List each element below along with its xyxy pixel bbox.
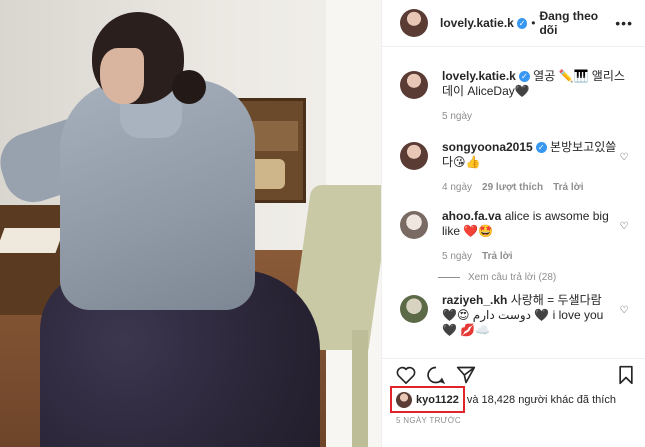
- verified-icon: ✓: [516, 17, 528, 29]
- comment-time[interactable]: 5 ngày: [442, 249, 472, 264]
- commenter-avatar[interactable]: [400, 295, 428, 323]
- verified-icon: ✓: [535, 142, 547, 154]
- heart-icon[interactable]: ♡: [617, 152, 631, 195]
- author-avatar[interactable]: [400, 9, 428, 37]
- commenter-avatar[interactable]: [400, 211, 428, 239]
- heart-icon[interactable]: [396, 366, 416, 384]
- comment-likes[interactable]: 29 lượt thích: [482, 180, 543, 195]
- post-header: lovely.katie.k ✓ • Đang theo dõi •••: [382, 0, 645, 47]
- post-side-panel: lovely.katie.k ✓ • Đang theo dõi ••• lov…: [381, 0, 645, 447]
- comment-username[interactable]: ahoo.fa.va: [442, 209, 501, 223]
- likes-count[interactable]: và 18,428 người khác đã thích: [467, 394, 616, 406]
- bookmark-icon[interactable]: [618, 365, 634, 385]
- verified-icon: ✓: [518, 71, 530, 83]
- comment: raziyeh_.kh 사랑해 = 두샐다람 🖤😍 دوست دارم 🖤 i …: [400, 293, 631, 338]
- likes-line: kyo1122 và 18,428 người khác đã thích: [390, 386, 616, 413]
- post-photo[interactable]: [0, 0, 381, 447]
- heart-icon[interactable]: ♡: [617, 221, 631, 264]
- heart-icon[interactable]: ♡: [617, 305, 631, 338]
- liker-username[interactable]: kyo1122: [416, 394, 459, 406]
- comment-icon[interactable]: [426, 365, 446, 385]
- liker-avatar[interactable]: [396, 391, 412, 408]
- caption-time[interactable]: 5 ngày: [442, 109, 472, 124]
- reply-button[interactable]: Trả lời: [482, 249, 512, 264]
- action-bar: [382, 358, 645, 384]
- comment: ahoo.fa.va alice is awsome big like ❤️🤩 …: [400, 209, 631, 264]
- comment-username[interactable]: raziyeh_.kh: [442, 293, 507, 307]
- author-avatar[interactable]: [400, 71, 428, 99]
- separator-dot: •: [531, 16, 536, 30]
- comment-username[interactable]: songyoona2015: [442, 140, 533, 154]
- post-timestamp[interactable]: 5 NGÀY TRƯỚC: [396, 416, 461, 425]
- comment-time[interactable]: 4 ngày: [442, 180, 472, 195]
- comments-list: lovely.katie.k ✓ 열공 ✏️🎹 앨리스데이 AliceDay🖤 5…: [382, 47, 645, 359]
- reply-button[interactable]: Trả lời: [553, 180, 583, 195]
- share-icon[interactable]: [456, 365, 476, 385]
- caption: lovely.katie.k ✓ 열공 ✏️🎹 앨리스데이 AliceDay🖤 5…: [400, 69, 631, 124]
- comment: songyoona2015 ✓ 본방보고있쓸다😘👍 4 ngày 29 lượt …: [400, 140, 631, 195]
- author-username[interactable]: lovely.katie.k: [440, 16, 514, 30]
- commenter-avatar[interactable]: [400, 142, 428, 170]
- more-icon[interactable]: •••: [615, 15, 633, 31]
- first-liker[interactable]: kyo1122: [390, 386, 465, 413]
- caption-username[interactable]: lovely.katie.k: [442, 69, 516, 83]
- view-replies-button[interactable]: Xem câu trả lời (28): [400, 272, 631, 283]
- follow-status-button[interactable]: Đang theo dõi: [539, 9, 615, 37]
- photo-paper: [0, 228, 65, 253]
